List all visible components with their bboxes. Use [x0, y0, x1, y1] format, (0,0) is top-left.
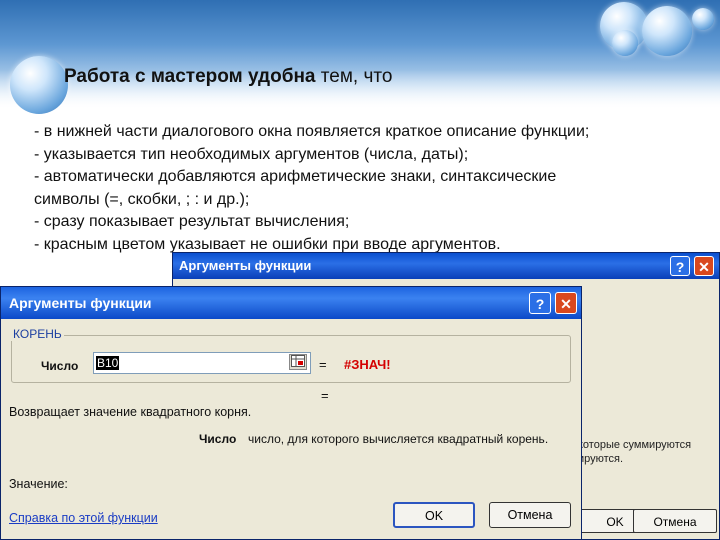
decorative-bubble [642, 6, 692, 56]
decorative-bubble-small [692, 8, 714, 30]
help-on-function-link[interactable]: Справка по этой функции [9, 511, 158, 525]
back-help-button[interactable]: ? [670, 256, 690, 276]
argument-value: B10 [96, 356, 120, 370]
cancel-button[interactable]: Отмена [489, 502, 571, 528]
slide-title-bold: Работа с мастером удобна [64, 66, 316, 87]
bullet-line: - в нижней части диалогового окна появля… [34, 123, 590, 140]
dialog-title-bar: Аргументы функции ? ✕ [1, 287, 581, 319]
function-arguments-dialog: Аргументы функции ? ✕ КОРЕНЬ Число B10 =… [0, 286, 582, 540]
argument-field-label: Число [41, 359, 79, 373]
equals-sign: = [319, 357, 327, 372]
back-dialog-title-bar: Аргументы функции ? ✕ [173, 253, 719, 279]
number-argument-input[interactable]: B10 [93, 352, 311, 374]
close-button[interactable]: ✕ [555, 292, 577, 314]
function-description: Возвращает значение квадратного корня. [9, 405, 252, 419]
decorative-bubble-small [612, 30, 638, 56]
function-name-label: КОРЕНЬ [11, 327, 64, 341]
value-label: Значение: [9, 477, 68, 491]
back-partial-text: которые суммируются [578, 439, 692, 451]
bullet-line: - сразу показывает результат вычисления; [34, 213, 350, 230]
bullet-line: - указывается тип необходимых аргументов… [34, 145, 469, 163]
back-close-button[interactable]: ✕ [694, 256, 714, 276]
decorative-bubble-large [10, 56, 68, 114]
back-dialog-title: Аргументы функции [179, 258, 312, 273]
slide-title-rest: тем, что [320, 66, 393, 87]
slide-body: - в нижней части диалогового окна появля… [34, 121, 704, 256]
collapse-dialog-icon [291, 355, 305, 367]
bullet-line: - автоматически добавляются арифметическ… [34, 168, 557, 185]
slide-title: Работа с мастером удобна тем, что [64, 66, 392, 88]
argument-description: число, для которого вычисляется квадратн… [248, 432, 549, 446]
help-button[interactable]: ? [529, 292, 551, 314]
ok-button[interactable]: OK [393, 502, 475, 528]
range-select-icon[interactable] [289, 354, 307, 370]
bullet-line: символы (=, скобки, ; : и др.); [34, 190, 250, 208]
back-cancel-button[interactable]: Отмена [633, 509, 717, 533]
argument-result-error: #ЗНАЧ! [344, 357, 391, 372]
argument-name: Число [199, 432, 237, 446]
dialog-title: Аргументы функции [9, 295, 152, 311]
back-partial-text: ируются. [578, 453, 624, 465]
equals-sign-result: = [321, 388, 329, 403]
